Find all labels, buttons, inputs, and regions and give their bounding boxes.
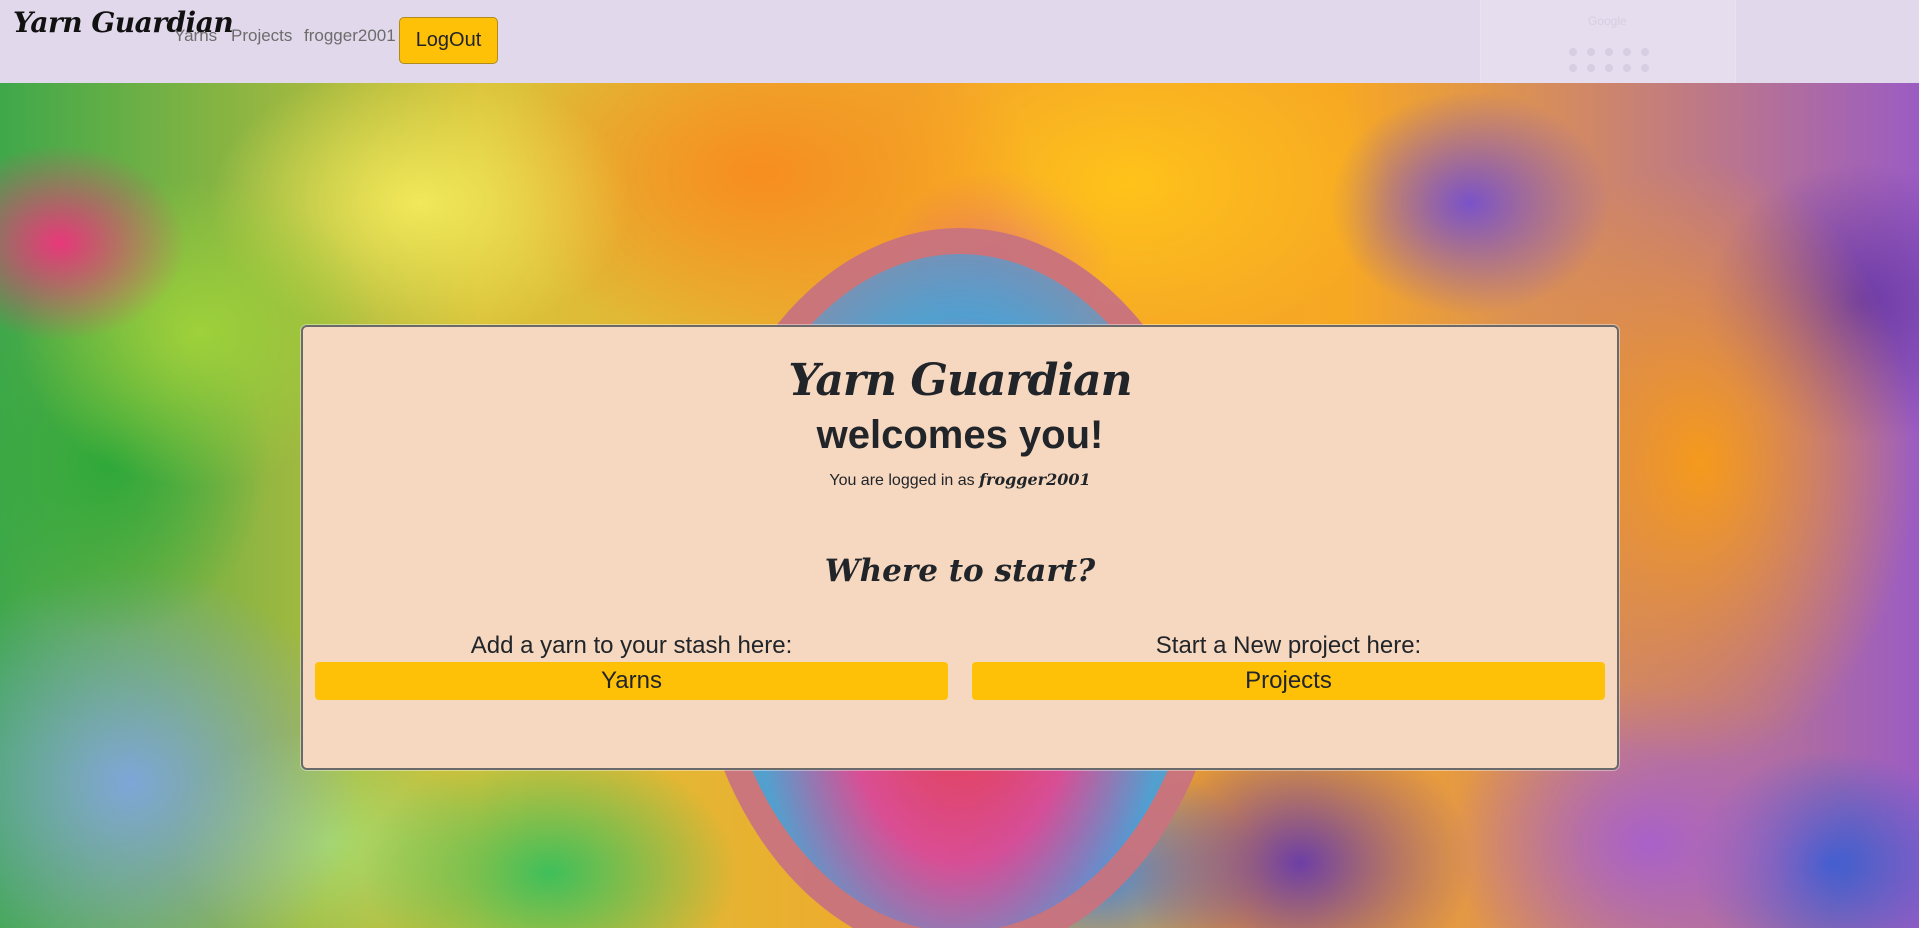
nav-link-user[interactable]: frogger2001 [304,26,396,46]
card-title: Yarn Guardian [788,355,1132,406]
logged-in-prefix: You are logged in as [829,472,975,489]
logged-in-line: You are logged in as frogger2001 [303,470,1617,490]
projects-section-label: Start a New project here: [1155,632,1422,659]
navbar: Yarn Guardian Yarns Projects frogger2001… [0,0,1919,83]
ghost-dots-icon [1569,48,1655,72]
yarns-button[interactable]: Yarns [315,662,948,700]
projects-section: Start a New project here: Projects [972,630,1605,700]
logged-in-user: frogger2001 [979,470,1091,489]
nav-link-yarns[interactable]: Yarns [174,26,217,46]
welcome-card: Yarn Guardian welcomes you! You are logg… [301,325,1619,770]
yarns-section-label: Add a yarn to your stash here: [470,632,793,659]
nav-link-projects[interactable]: Projects [231,26,292,46]
ghost-widget-label: Google [1588,14,1627,28]
ghost-widget: Google [1480,0,1736,83]
logout-button[interactable]: LogOut [399,17,498,64]
card-subtitle: welcomes you! [816,413,1104,457]
projects-button[interactable]: Projects [972,662,1605,700]
where-to-start-heading: Where to start? [824,553,1096,589]
yarns-section: Add a yarn to your stash here: Yarns [315,630,948,700]
